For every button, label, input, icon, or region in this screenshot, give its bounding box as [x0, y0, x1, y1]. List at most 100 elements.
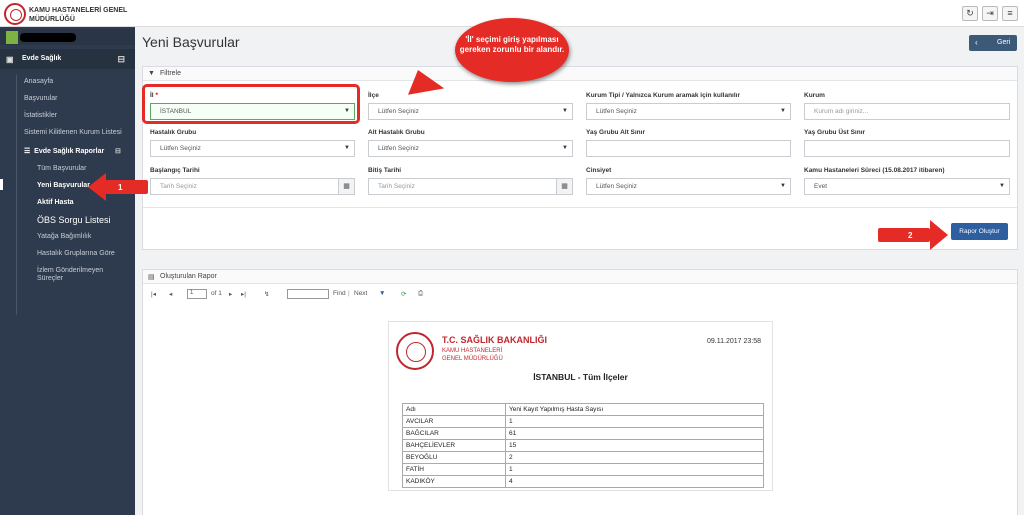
ministry-logo-icon: [396, 332, 434, 370]
yas-ust-input[interactable]: [804, 140, 1010, 157]
cinsiyet-label: Cinsiyet: [586, 167, 612, 174]
kurum-placeholder: Kurum adı giriniz...: [814, 108, 869, 115]
table-cell: 4: [505, 475, 764, 488]
page-title: Yeni Başvurular: [142, 34, 240, 50]
baslangic-label: Başlangıç Tarihi: [150, 167, 200, 174]
active-indicator: [0, 179, 3, 190]
next-page-icon[interactable]: ▸: [229, 290, 232, 298]
yas-alt-input[interactable]: [586, 140, 791, 157]
table-cell: 15: [505, 439, 764, 452]
column-header: Yeni Kayıt Yapılmış Hasta Sayısı: [505, 403, 764, 416]
sidebar-item-izlem[interactable]: İzlem Gönderilmeyen Süreçler: [37, 267, 117, 283]
logout-icon[interactable]: ⇥: [982, 6, 998, 21]
first-page-icon[interactable]: |◂: [151, 290, 156, 298]
report-panel: ▤ Oluşturulan Rapor |◂ ◂ 1 of 1 ▸ ▸| ↯ F…: [142, 269, 1018, 515]
table-cell: KADIKÖY: [402, 475, 506, 488]
arrow-1-shaft: [105, 180, 148, 194]
sidebar-item-yataga-bagimlilik[interactable]: Yatağa Bağımlılık: [37, 233, 91, 240]
surec-select[interactable]: Evet ▼: [804, 178, 1010, 195]
report-table: Adı Yeni Kayıt Yapılmış Hasta Sayısı AVC…: [402, 403, 764, 488]
arrow-1-label: 1: [118, 183, 123, 192]
report-panel-header: ▤ Oluşturulan Rapor: [143, 270, 1017, 284]
find-input[interactable]: [287, 289, 329, 299]
filter-title: Filtrele: [160, 70, 182, 77]
ilce-value: Lütfen Seçiniz: [378, 108, 419, 115]
ilce-select[interactable]: Lütfen Seçiniz ▼: [368, 103, 573, 120]
brand-name: KAMU HASTANELERİ GENEL MÜDÜRLÜĞÜ: [29, 6, 129, 24]
report-toolbar: |◂ ◂ 1 of 1 ▸ ▸| ↯ Find | Next ▼ ⟳ ⎙: [151, 288, 511, 302]
table-row: BAHÇELİEVLER 15: [402, 439, 764, 452]
prev-page-icon[interactable]: ◂: [169, 290, 172, 298]
chevron-down-icon: ▼: [780, 183, 786, 189]
kurum-tipi-label: Kurum Tipi / Yalnızca Kurum aramak için …: [586, 92, 741, 99]
arrow-2: 2: [878, 220, 948, 250]
rapor-olustur-button[interactable]: Rapor Oluştur: [951, 223, 1008, 240]
chevron-down-icon: ▼: [344, 145, 350, 151]
table-cell: AVCILAR: [402, 415, 506, 428]
page-input[interactable]: 1: [187, 289, 207, 299]
sidebar-section-evde-saglik[interactable]: ▣ Evde Sağlık ⊟: [0, 49, 135, 69]
find-link[interactable]: Find: [333, 290, 346, 297]
cinsiyet-select[interactable]: Lütfen Seçiniz ▼: [586, 178, 791, 195]
collapse-icon[interactable]: ⊟: [115, 147, 121, 155]
chevron-down-icon: ▼: [999, 183, 1005, 189]
last-page-icon[interactable]: ▸|: [241, 290, 246, 298]
alt-hastalik-select[interactable]: Lütfen Seçiniz ▼: [368, 140, 573, 157]
calendar-icon[interactable]: ▦: [556, 179, 572, 194]
back-label: Geri: [997, 39, 1011, 46]
menu-icon[interactable]: ≡: [1002, 6, 1018, 21]
table-row: KADIKÖY 4: [402, 475, 764, 488]
table-cell: 2: [505, 451, 764, 464]
print-icon[interactable]: ⎙: [418, 290, 423, 298]
sidebar-item-istatistikler[interactable]: İstatistikler: [24, 112, 57, 119]
arrow-2-head: [930, 220, 948, 250]
surec-value: Evet: [814, 183, 828, 190]
sidebar-item-raporlar[interactable]: ☰ Evde Sağlık Raporlar ⊟: [24, 147, 121, 155]
ministry-logo-icon: [4, 3, 26, 25]
next-link[interactable]: Next: [354, 290, 367, 297]
sidebar-subsection-label: Evde Sağlık Raporlar: [34, 148, 105, 155]
kurum-input[interactable]: Kurum adı giriniz...: [804, 103, 1010, 120]
calendar-icon[interactable]: ▦: [338, 179, 354, 194]
sidebar-item-anasayfa[interactable]: Anasayfa: [24, 78, 53, 85]
sidebar-item-kilitlenen-kurum[interactable]: Sistemi Kilitlenen Kurum Listesi: [24, 129, 122, 136]
filter-panel-header: ▼ Filtrele: [143, 67, 1017, 81]
sidebar-item-aktif-hasta[interactable]: Aktif Hasta: [37, 199, 74, 206]
baslangic-placeholder: Tarih Seçiniz: [160, 183, 197, 190]
cinsiyet-value: Lütfen Seçiniz: [596, 183, 637, 190]
kurum-tipi-select[interactable]: Lütfen Seçiniz ▼: [586, 103, 791, 120]
refresh-icon[interactable]: ↻: [962, 6, 978, 21]
sidebar-item-yeni-basvurular[interactable]: Yeni Başvurular: [37, 182, 90, 189]
toolbar-separator: |: [348, 290, 350, 297]
bitis-placeholder: Tarih Seçiniz: [378, 183, 415, 190]
surec-label: Kamu Hastaneleri Süreci (15.08.2017 itib…: [804, 167, 945, 174]
list-icon: ☰: [24, 148, 31, 155]
sidebar-item-obs-sorgu[interactable]: ÖBS Sorgu Listesi: [37, 215, 111, 225]
collapse-icon[interactable]: ⊟: [117, 54, 125, 65]
table-cell: BEYOĞLU: [402, 451, 506, 464]
save-icon[interactable]: ▼: [379, 290, 385, 297]
report-date: 09.11.2017 23:58: [707, 338, 761, 345]
baslangic-date[interactable]: Tarih Seçiniz ▦: [150, 178, 355, 195]
arrow-1-head: [88, 173, 106, 201]
refresh-report-icon[interactable]: ↯: [264, 290, 269, 298]
table-row: AVCILAR 1: [402, 415, 764, 428]
hastalik-select[interactable]: Lütfen Seçiniz ▼: [150, 140, 355, 157]
sidebar-item-tum-basvurular[interactable]: Tüm Başvurular: [37, 165, 86, 172]
bitis-label: Bitiş Tarihi: [368, 167, 402, 174]
table-row: BAĞCILAR 61: [402, 427, 764, 440]
refresh-icon[interactable]: ⟳: [401, 290, 406, 298]
kurum-label: Kurum: [804, 92, 825, 99]
user-bar: [0, 29, 135, 45]
sidebar: ▣ Evde Sağlık ⊟ Anasayfa Başvurular İsta…: [0, 27, 135, 515]
yas-alt-label: Yaş Grubu Alt Sınır: [586, 129, 645, 136]
back-button[interactable]: ‹ Geri: [969, 35, 1017, 51]
sidebar-item-basvurular[interactable]: Başvurular: [24, 95, 57, 102]
sidebar-item-hastalik-gruplari[interactable]: Hastalık Gruplarına Göre: [37, 250, 115, 257]
bitis-date[interactable]: Tarih Seçiniz ▦: [368, 178, 573, 195]
report-org-title: T.C. SAĞLIK BAKANLIĞI: [442, 335, 547, 345]
hastalik-label: Hastalık Grubu: [150, 129, 197, 136]
chevron-left-icon: ‹: [975, 38, 978, 47]
chevron-down-icon: ▼: [562, 108, 568, 114]
table-cell: 1: [505, 415, 764, 428]
